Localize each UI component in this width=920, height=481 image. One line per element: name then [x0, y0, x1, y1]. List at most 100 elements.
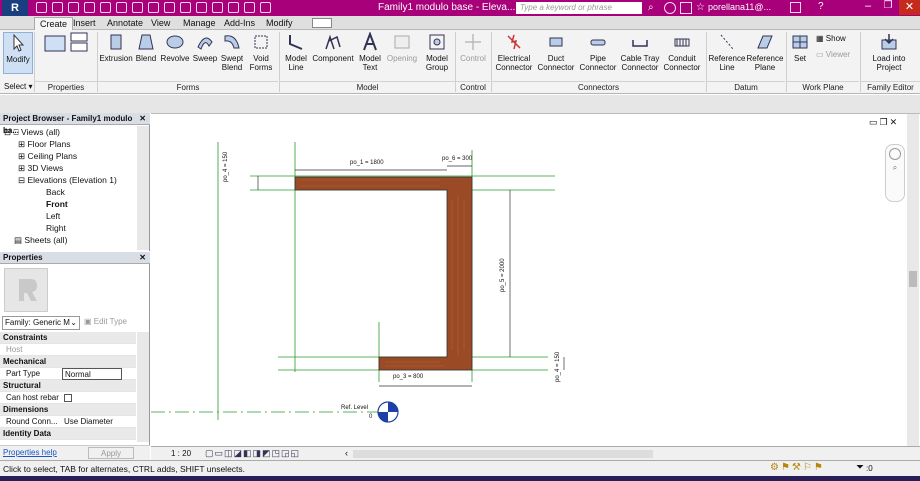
opening-button[interactable]: Opening [385, 32, 419, 63]
modify-button[interactable]: Modify [3, 32, 33, 74]
dim-po4-bottom[interactable]: po_4 = 150 [555, 352, 561, 382]
tree-item-back[interactable]: Back [46, 187, 65, 198]
restore-button[interactable]: ❐ [878, 0, 898, 15]
pipe-connector-button[interactable]: Pipe Connector [578, 32, 618, 72]
communication-icon[interactable] [680, 2, 692, 14]
tab-manage[interactable]: Manage [178, 17, 221, 30]
selection-filter-icons[interactable]: ⚙⚑⚒⚐⚑ [770, 462, 825, 473]
save-icon[interactable] [52, 2, 63, 13]
drawing-canvas[interactable]: po_1 = 1800 po_6 = 300 po_4 = 150 po_5 =… [151, 113, 920, 448]
filter-icon[interactable]: ⏷ [856, 462, 864, 473]
revolve-button[interactable]: Revolve [159, 32, 191, 63]
tree-item-front[interactable]: Front [46, 199, 68, 210]
duct-connector-button[interactable]: Duct Connector [536, 32, 576, 72]
scroll-thumb[interactable] [909, 271, 917, 287]
tag-icon[interactable] [148, 2, 159, 13]
model-text-button[interactable]: Model Text [356, 32, 384, 72]
conduit-connector-button[interactable]: Conduit Connector [661, 32, 703, 72]
dimension-icon[interactable] [132, 2, 143, 13]
properties-scrollbar[interactable] [137, 332, 149, 442]
show-workplane-button[interactable]: ▦ Show [816, 34, 846, 43]
tab-annotate[interactable]: Annotate [102, 17, 148, 30]
group-mechanical[interactable]: Mechanical [0, 356, 136, 368]
group-constraints[interactable]: Constraints [0, 332, 136, 344]
tree-item-ceiling-plans[interactable]: ⊞ Ceiling Plans [18, 151, 77, 162]
close-button[interactable]: ✕ [899, 0, 920, 15]
tab-insert[interactable]: Insert [68, 17, 101, 30]
tree-item-sheets[interactable]: ▤ Sheets (all) [14, 235, 67, 246]
tree-item-right[interactable]: Right [46, 223, 66, 234]
thin-lines-icon[interactable] [212, 2, 223, 13]
favorites-icon[interactable]: ☆ [696, 2, 705, 13]
load-into-project-button[interactable]: Load into Project [862, 32, 916, 72]
tree-item-3d-views[interactable]: ⊞ 3D Views [18, 163, 63, 174]
control-button[interactable]: Control [457, 32, 489, 63]
binoculars-icon[interactable]: ⌕ [648, 2, 660, 14]
reference-plane-button[interactable]: Reference Plane [746, 32, 784, 72]
steering-wheel-icon[interactable] [889, 148, 901, 160]
close-icon[interactable]: ✕ [139, 113, 146, 125]
sweep-button[interactable]: Sweep [191, 32, 219, 63]
navigation-bar[interactable]: ⌕ [885, 144, 905, 202]
set-workplane-button[interactable]: Set [788, 32, 812, 63]
level-name[interactable]: Ref. Level [341, 405, 368, 411]
measure-icon[interactable] [116, 2, 127, 13]
blend-button[interactable]: Blend [133, 32, 159, 63]
tree-item-views-all[interactable]: ⊟ ⎕ Views (all) [4, 127, 60, 138]
group-identity-data[interactable]: Identity Data [0, 428, 136, 440]
prop-can-host-rebar[interactable]: Can host rebar [0, 392, 136, 404]
electrical-connector-button[interactable]: Electrical Connector [493, 32, 535, 72]
view-window-controls[interactable]: ▭❐✕ [869, 117, 899, 128]
section-icon[interactable] [196, 2, 207, 13]
3d-view-icon[interactable] [180, 2, 191, 13]
extrusion-button[interactable]: Extrusion [99, 32, 133, 63]
dim-po3[interactable]: po_3 = 800 [393, 374, 423, 380]
dim-po6[interactable]: po_6 = 300 [442, 156, 472, 162]
swept-blend-button[interactable]: Swept Blend [219, 32, 245, 72]
project-browser-scrollbar[interactable] [137, 126, 149, 250]
open-icon[interactable] [36, 2, 47, 13]
dim-po4-top[interactable]: po_4 = 150 [223, 152, 229, 182]
text-icon[interactable] [164, 2, 175, 13]
group-structural[interactable]: Structural [0, 380, 136, 392]
part-type-value[interactable]: Normal [62, 368, 122, 380]
tree-item-elevations[interactable]: ⊟ Elevations (Elevation 1) [18, 175, 117, 186]
group-dimensions[interactable]: Dimensions [0, 404, 136, 416]
component-button[interactable]: Component [311, 32, 355, 63]
view-control-icons[interactable]: ▢▭◫◪◧◨◩◳◲◱ [205, 448, 300, 459]
void-forms-button[interactable]: Void Forms [247, 32, 275, 72]
undo-icon[interactable] [68, 2, 79, 13]
properties-button[interactable] [38, 32, 96, 54]
dim-po5[interactable]: po_5 = 2000 [500, 258, 506, 292]
tab-addins[interactable]: Add-Ins [219, 17, 260, 30]
dimensions[interactable] [257, 165, 565, 387]
prop-part-type[interactable]: Part Type Normal [0, 368, 136, 380]
edit-type-button[interactable]: ▣ Edit Type [84, 317, 127, 326]
properties-help-link[interactable]: Properties help [3, 448, 57, 457]
cable-tray-connector-button[interactable]: Cable Tray Connector [619, 32, 661, 72]
select-dropdown[interactable]: Select ▾ [4, 82, 32, 91]
switch-windows-icon[interactable] [244, 2, 255, 13]
help-icon[interactable]: ? [818, 1, 824, 12]
scroll-left-icon[interactable]: ‹ [345, 448, 348, 458]
user-account[interactable]: porellana11@... [708, 2, 771, 12]
exchange-apps-icon[interactable] [790, 2, 801, 13]
print-icon[interactable] [100, 2, 111, 13]
search-input[interactable]: Type a keyword or phrase [516, 2, 642, 14]
application-menu-button[interactable]: R [2, 0, 28, 16]
close-icon[interactable]: ✕ [139, 252, 146, 264]
wood-profile-extrusion[interactable] [294, 176, 473, 371]
tree-item-floor-plans[interactable]: ⊞ Floor Plans [18, 139, 70, 150]
round-connector-value[interactable]: Use Diameter [64, 416, 113, 428]
canvas-vertical-scrollbar[interactable] [907, 114, 919, 447]
prop-host[interactable]: Host [0, 344, 136, 356]
tab-modify[interactable]: Modify [261, 17, 298, 30]
tree-item-left[interactable]: Left [46, 211, 60, 222]
can-host-rebar-checkbox[interactable] [64, 394, 72, 402]
viewer-button[interactable]: ▭ Viewer [816, 50, 850, 59]
ribbon-options-icon[interactable] [312, 18, 332, 28]
model-line-button[interactable]: Model Line [282, 32, 310, 72]
tab-view[interactable]: View [146, 17, 175, 30]
prop-round-connector[interactable]: Round Conn... Use Diameter [0, 416, 136, 428]
family-type-selector[interactable]: Family: Generic M ⌄ [2, 316, 80, 330]
